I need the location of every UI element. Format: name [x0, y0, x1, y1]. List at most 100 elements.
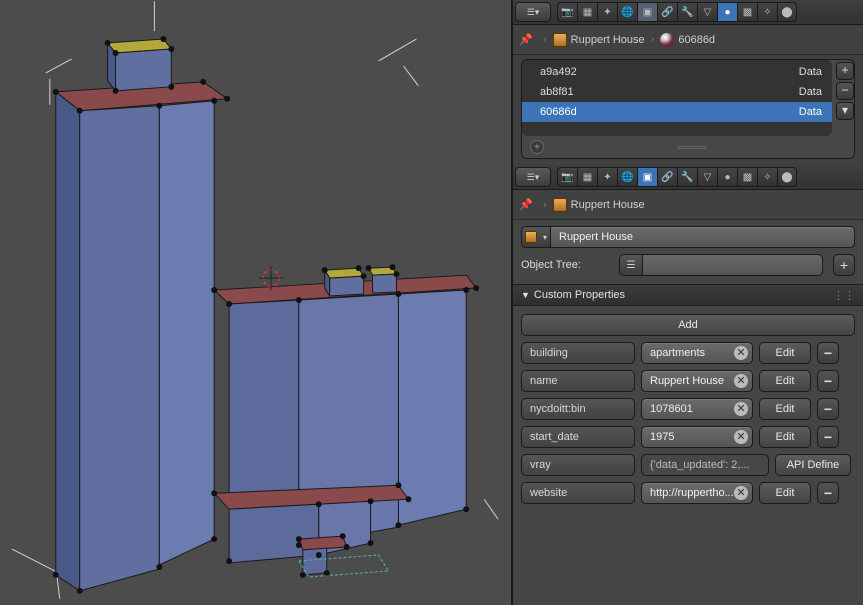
custom-property-row: nycdoitt:bin 1078601 ✕ Edit −: [521, 398, 855, 420]
cube-icon: [553, 198, 567, 212]
slot-menu-button[interactable]: ▾: [836, 102, 854, 120]
slot-remove-button[interactable]: −: [836, 82, 854, 100]
tab-world-icon[interactable]: 🌐: [617, 167, 637, 187]
property-delete-button[interactable]: −: [817, 370, 839, 392]
lower-context-tabs: 📷 ▦ ✦ 🌐 ▣ 🔗 🔧 ▽ ● ▩ ✧ ⬤: [557, 167, 797, 187]
clear-icon[interactable]: ✕: [734, 374, 748, 388]
tab-layers-icon[interactable]: ▦: [577, 167, 597, 187]
clear-icon[interactable]: ✕: [734, 402, 748, 416]
custom-property-add-button[interactable]: Add: [521, 314, 855, 336]
property-value-readonly: {'data_updated': 2,...: [641, 454, 769, 476]
material-slot-name: a9a492: [540, 66, 577, 78]
tab-object-icon[interactable]: ▣: [637, 167, 657, 187]
building-base: [214, 485, 408, 577]
material-slot-panel: a9a492 Data ab8f81 Data 60686d Data + + …: [521, 59, 855, 159]
property-edit-button[interactable]: Edit: [759, 426, 811, 448]
property-delete-button[interactable]: −: [817, 342, 839, 364]
property-edit-button[interactable]: Edit: [759, 342, 811, 364]
material-slot-row[interactable]: a9a492 Data: [522, 62, 832, 82]
upper-context-tabs: 📷 ▦ ✦ 🌐 ▣ 🔗 🔧 ▽ ● ▩ ✧ ⬤: [557, 2, 797, 22]
tab-modifiers-icon[interactable]: 🔧: [677, 2, 697, 22]
tab-particles-icon[interactable]: ✧: [757, 167, 777, 187]
object-tree-add-button[interactable]: +: [833, 254, 855, 276]
material-slot-list[interactable]: a9a492 Data ab8f81 Data 60686d Data: [522, 60, 832, 136]
material-new-icon[interactable]: +: [530, 140, 544, 154]
panel-grip-icon[interactable]: ⋮⋮: [833, 289, 855, 302]
tab-material-icon[interactable]: ●: [717, 167, 737, 187]
tab-constraints-icon[interactable]: 🔗: [657, 2, 677, 22]
tab-render-icon[interactable]: 📷: [557, 167, 577, 187]
object-icon-dropdown[interactable]: ▾: [521, 226, 551, 248]
viewport-content: [0, 0, 511, 605]
tab-object-icon[interactable]: ▣: [637, 2, 657, 22]
property-value-field[interactable]: 1975 ✕: [641, 426, 753, 448]
material-slot-row[interactable]: 60686d Data: [522, 102, 832, 122]
object-name-field[interactable]: Ruppert House: [551, 226, 855, 248]
tab-physics-icon[interactable]: ⬤: [777, 2, 797, 22]
tab-layers-icon[interactable]: ▦: [577, 2, 597, 22]
slot-add-button[interactable]: +: [836, 62, 854, 80]
tab-data-icon[interactable]: ▽: [697, 2, 717, 22]
clear-icon[interactable]: ✕: [734, 430, 748, 444]
tab-render-icon[interactable]: 📷: [557, 2, 577, 22]
property-delete-button[interactable]: −: [817, 426, 839, 448]
upper-header: ☰▾ 📷 ▦ ✦ 🌐 ▣ 🔗 🔧 ▽ ● ▩ ✧ ⬤: [513, 0, 863, 25]
tab-texture-icon[interactable]: ▩: [737, 167, 757, 187]
property-delete-button[interactable]: −: [817, 482, 839, 504]
viewport-3d[interactable]: [0, 0, 513, 605]
property-value-field[interactable]: Ruppert House ✕: [641, 370, 753, 392]
property-value-field[interactable]: 1078601 ✕: [641, 398, 753, 420]
resize-grip-icon[interactable]: [677, 146, 707, 149]
property-key[interactable]: start_date: [521, 426, 635, 448]
property-key[interactable]: name: [521, 370, 635, 392]
property-value-field[interactable]: http://ruppertho... ✕: [641, 482, 753, 504]
clear-icon[interactable]: ✕: [734, 486, 748, 500]
material-slot-row[interactable]: ab8f81 Data: [522, 82, 832, 102]
chevron-right-icon: ›: [543, 34, 547, 46]
material-slot-kind: Data: [799, 106, 822, 118]
tab-world-icon[interactable]: 🌐: [617, 2, 637, 22]
property-value-field[interactable]: apartments ✕: [641, 342, 753, 364]
tab-scene-icon[interactable]: ✦: [597, 2, 617, 22]
tab-physics-icon[interactable]: ⬤: [777, 167, 797, 187]
clear-icon[interactable]: ✕: [734, 346, 748, 360]
property-api-define-button[interactable]: API Define: [775, 454, 851, 476]
breadcrumb-object[interactable]: Ruppert House: [553, 198, 645, 212]
editor-type-selector[interactable]: ☰▾: [515, 2, 551, 22]
disclosure-triangle-icon: ▼: [521, 290, 530, 300]
custom-properties-header[interactable]: ▼ Custom Properties ⋮⋮: [513, 284, 863, 306]
breadcrumb-object[interactable]: Ruppert House: [553, 33, 645, 47]
custom-property-row: building apartments ✕ Edit −: [521, 342, 855, 364]
pin-icon[interactable]: 📌: [519, 198, 533, 212]
cube-icon: [525, 231, 537, 243]
tab-modifiers-icon[interactable]: 🔧: [677, 167, 697, 187]
object-tree-dropdown-icon[interactable]: ☰: [619, 254, 643, 276]
tab-particles-icon[interactable]: ✧: [757, 2, 777, 22]
property-key[interactable]: website: [521, 482, 635, 504]
breadcrumb-material[interactable]: 60686d: [660, 33, 715, 47]
property-edit-button[interactable]: Edit: [759, 398, 811, 420]
property-value-text: 1078601: [650, 403, 693, 415]
object-tree-row: Object Tree: ☰ +: [521, 254, 855, 276]
property-key[interactable]: building: [521, 342, 635, 364]
property-edit-button[interactable]: Edit: [759, 370, 811, 392]
editor-type-selector[interactable]: ☰▾: [515, 167, 551, 187]
tab-texture-icon[interactable]: ▩: [737, 2, 757, 22]
tab-scene-icon[interactable]: ✦: [597, 167, 617, 187]
property-key[interactable]: vray: [521, 454, 635, 476]
pin-icon[interactable]: 📌: [519, 33, 533, 47]
object-name-text: Ruppert House: [559, 231, 633, 243]
breadcrumb-material-label: 60686d: [678, 34, 715, 46]
material-slot-name: ab8f81: [540, 86, 574, 98]
tab-material-icon[interactable]: ●: [717, 2, 737, 22]
custom-property-row: website http://ruppertho... ✕ Edit −: [521, 482, 855, 504]
property-value-text: http://ruppertho...: [650, 487, 734, 499]
property-key[interactable]: nycdoitt:bin: [521, 398, 635, 420]
property-delete-button[interactable]: −: [817, 398, 839, 420]
cube-icon: [553, 33, 567, 47]
tab-data-icon[interactable]: ▽: [697, 167, 717, 187]
object-tree-field[interactable]: ☰: [619, 254, 823, 276]
custom-property-row: vray {'data_updated': 2,... API Define: [521, 454, 855, 476]
property-edit-button[interactable]: Edit: [759, 482, 811, 504]
tab-constraints-icon[interactable]: 🔗: [657, 167, 677, 187]
